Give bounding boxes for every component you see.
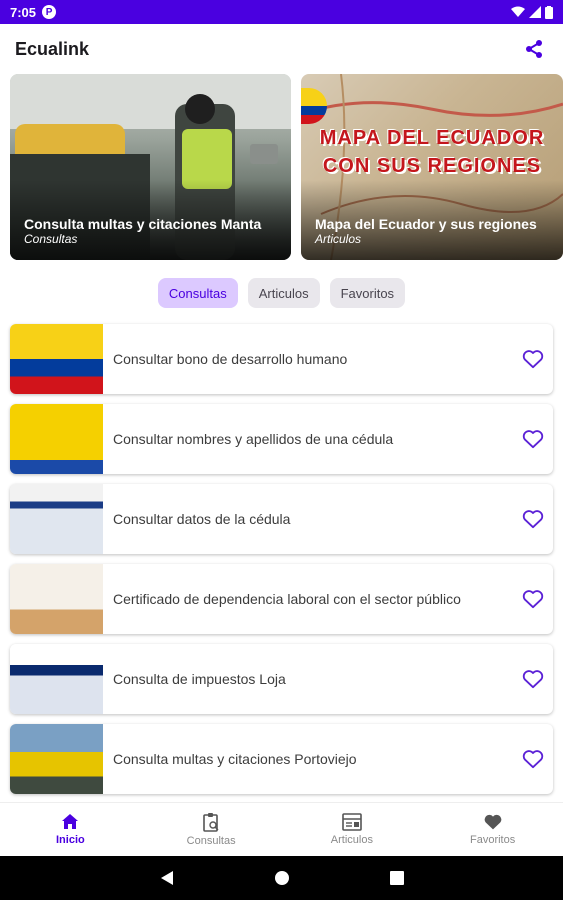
- status-bar: 7:05 P: [0, 0, 563, 24]
- list-item[interactable]: Consulta multas y citaciones Portoviejo: [10, 724, 553, 794]
- nav-item-consultas[interactable]: Consultas: [141, 803, 282, 856]
- favorite-button[interactable]: [513, 659, 553, 699]
- hero-title: Consulta multas y citaciones Manta: [24, 216, 262, 232]
- signal-icon: [529, 6, 541, 18]
- favorite-button[interactable]: [513, 499, 553, 539]
- list-item[interactable]: Consultar nombres y apellidos de una céd…: [10, 404, 553, 474]
- favorite-button[interactable]: [513, 339, 553, 379]
- hero-card-mapa[interactable]: MAPA DEL ECUADOR CON SUS REGIONES Mapa d…: [301, 74, 563, 260]
- featured-carousel: Consulta multas y citaciones Manta Consu…: [10, 74, 563, 260]
- item-thumbnail: [10, 724, 103, 794]
- item-thumbnail: [10, 564, 103, 634]
- map-banner-line2: CON SUS REGIONES: [322, 155, 542, 177]
- consultas-list: Consultar bono de desarrollo humano Cons…: [10, 324, 553, 804]
- recents-icon[interactable]: [389, 871, 404, 885]
- item-label: Certificado de dependencia laboral con e…: [113, 591, 461, 607]
- home-button-icon[interactable]: [274, 870, 290, 886]
- article-icon: [342, 813, 362, 831]
- system-navigation-bar: [0, 856, 563, 900]
- status-time: 7:05: [10, 4, 37, 20]
- heart-outline-icon: [522, 750, 544, 769]
- nav-label: Favoritos: [470, 834, 516, 846]
- tab-consultas[interactable]: Consultas: [157, 278, 238, 308]
- back-icon[interactable]: [160, 870, 174, 886]
- home-icon: [62, 814, 79, 829]
- battery-icon: [545, 5, 553, 19]
- item-label: Consultar nombres y apellidos de una céd…: [113, 431, 394, 447]
- item-thumbnail: [10, 484, 103, 554]
- list-item[interactable]: Consulta de impuestos Loja: [10, 644, 553, 714]
- heart-outline-icon: [522, 350, 544, 369]
- nav-label: Inicio: [56, 834, 85, 846]
- list-item[interactable]: Certificado de dependencia laboral con e…: [10, 564, 553, 634]
- list-item[interactable]: Consultar bono de desarrollo humano: [10, 324, 553, 394]
- nav-item-inicio[interactable]: Inicio: [0, 803, 141, 856]
- app-title: Ecualink: [15, 38, 90, 59]
- heart-outline-icon: [522, 670, 544, 689]
- favorite-button[interactable]: [513, 579, 553, 619]
- share-button[interactable]: [520, 35, 548, 63]
- share-icon: [526, 40, 542, 58]
- notification-icon: P: [42, 5, 57, 19]
- item-label: Consulta de impuestos Loja: [113, 671, 286, 687]
- tab-articulos[interactable]: Articulos: [247, 278, 320, 308]
- heart-outline-icon: [522, 430, 544, 449]
- item-thumbnail: [10, 644, 103, 714]
- item-thumbnail: [10, 404, 103, 474]
- item-thumbnail: [10, 324, 103, 394]
- favorite-button[interactable]: [513, 739, 553, 779]
- item-label: Consulta multas y citaciones Portoviejo: [113, 751, 357, 767]
- nav-label: Articulos: [330, 834, 373, 846]
- item-label: Consultar bono de desarrollo humano: [113, 351, 348, 367]
- hero-card-manta[interactable]: Consulta multas y citaciones Manta Consu…: [10, 74, 291, 260]
- app-bar: Ecualink: [0, 24, 563, 74]
- hero-title: Mapa del Ecuador y sus regiones: [315, 216, 537, 232]
- nav-item-favoritos[interactable]: Favoritos: [422, 803, 563, 856]
- heart-outline-icon: [522, 590, 544, 609]
- category-tabs: Consultas Articulos Favoritos: [0, 278, 563, 308]
- item-label: Consultar datos de la cédula: [113, 511, 291, 527]
- favorite-button[interactable]: [513, 419, 553, 459]
- tab-favoritos[interactable]: Favoritos: [329, 278, 406, 308]
- list-item[interactable]: Consultar datos de la cédula: [10, 484, 553, 554]
- wifi-icon: [511, 6, 525, 17]
- nav-label: Consultas: [186, 835, 236, 847]
- map-banner-line1: MAPA DEL ECUADOR: [319, 127, 545, 149]
- bottom-navigation: Inicio Consultas Articulos Favoritos: [0, 802, 563, 856]
- heart-outline-icon: [522, 510, 544, 529]
- hero-category: Articulos: [315, 232, 362, 246]
- clipboard-search-icon: [203, 813, 219, 832]
- nav-item-articulos[interactable]: Articulos: [282, 803, 423, 856]
- hero-category: Consultas: [24, 232, 78, 246]
- heart-icon: [484, 814, 501, 830]
